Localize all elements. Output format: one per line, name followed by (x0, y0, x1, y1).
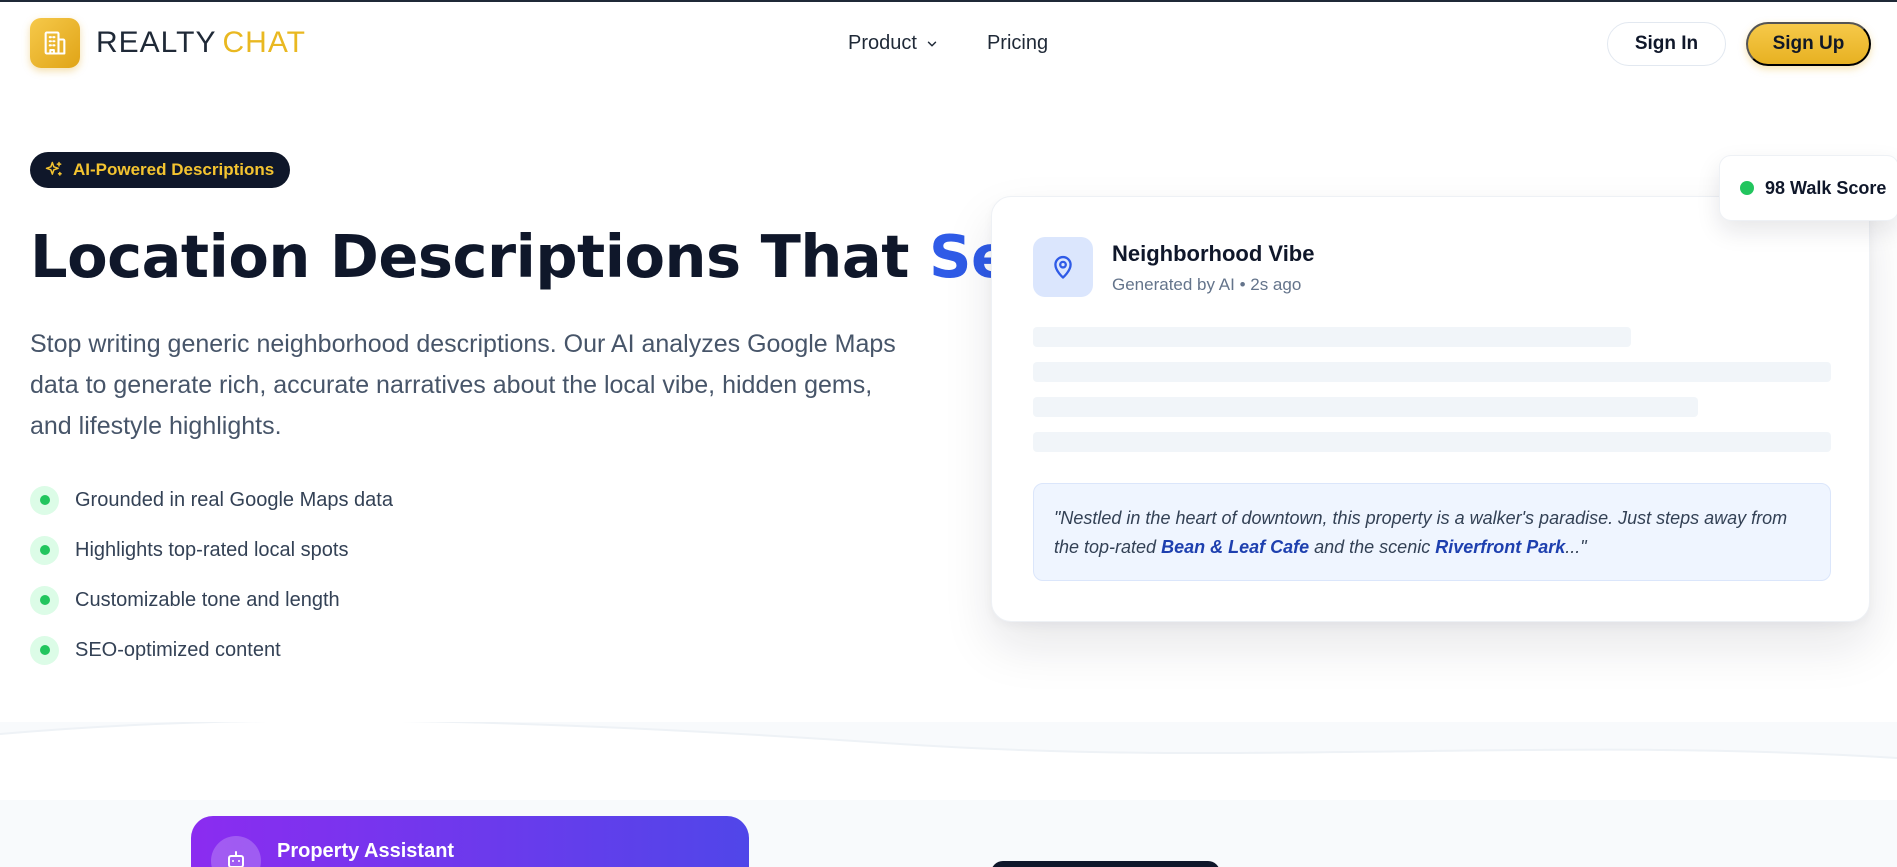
check-dot-icon (30, 485, 59, 515)
nav-pricing-label: Pricing (986, 32, 1049, 54)
feature-list: Grounded in real Google Maps data Highli… (30, 485, 393, 685)
sign-up-button[interactable]: Sign Up (1746, 22, 1871, 66)
skeleton-line (1033, 432, 1831, 452)
place-highlight: Riverfront Park (1435, 537, 1566, 557)
check-dot-icon (30, 585, 59, 615)
brand-name: REALTY CHAT (96, 26, 306, 60)
brand-logo[interactable]: REALTY CHAT (30, 18, 306, 68)
nav-pricing-link[interactable]: Pricing (987, 32, 1048, 55)
skeleton-line (1033, 327, 1631, 347)
feature-item: SEO-optimized content (30, 635, 393, 665)
status-dot-icon (1740, 181, 1754, 195)
hero-description: Stop writing generic neighborhood descri… (30, 330, 896, 440)
map-pin-icon (1033, 237, 1093, 297)
skeleton-line (1033, 397, 1698, 417)
card-title: Neighborhood Vibe (1112, 241, 1315, 266)
dark-panel-edge (991, 861, 1220, 867)
feature-label: Customizable tone and length (75, 588, 340, 611)
quote-text: ..." (1565, 537, 1587, 557)
skeleton-line (1033, 362, 1831, 382)
place-highlight: Bean & Leaf Cafe (1161, 537, 1310, 557)
property-assistant-panel: Property Assistant (191, 816, 749, 867)
quote-text: and the scenic (1309, 537, 1436, 557)
ai-badge: AI-Powered Descriptions (30, 152, 291, 188)
badge-label: AI-Powered Descriptions (73, 160, 275, 179)
check-dot-icon (30, 635, 59, 665)
sign-in-button[interactable]: Sign In (1607, 22, 1726, 66)
feature-item: Highlights top-rated local spots (30, 535, 393, 565)
feature-item: Grounded in real Google Maps data (30, 485, 393, 515)
navbar: REALTY CHAT Product Pricing Sign In Sign … (0, 2, 1897, 84)
chevron-down-icon (927, 41, 937, 46)
building-icon (30, 18, 80, 68)
nav-product-label: Product (848, 32, 917, 54)
hero-title-main: Location Descriptions That (30, 222, 929, 291)
walk-score-label: 98 Walk Score (1765, 177, 1887, 198)
brand-word-realty: REALTY (96, 26, 217, 59)
feature-label: SEO-optimized content (75, 638, 281, 661)
feature-label: Grounded in real Google Maps data (75, 488, 393, 511)
generated-quote: "Nestled in the heart of downtown, this … (1033, 483, 1831, 581)
brand-word-chat: CHAT (222, 26, 306, 59)
main-nav: Product Pricing (848, 32, 1048, 55)
robot-icon (211, 836, 261, 867)
hero-title: Location Descriptions That Sell (30, 222, 1050, 291)
section-wave (0, 722, 1897, 802)
assistant-title: Property Assistant (277, 840, 455, 862)
sparkles-icon (45, 161, 62, 176)
feature-label: Highlights top-rated local spots (75, 538, 349, 561)
card-subtitle: Generated by AI • 2s ago (1112, 275, 1302, 294)
check-dot-icon (30, 535, 59, 565)
neighborhood-vibe-card: Neighborhood Vibe Generated by AI • 2s a… (991, 196, 1870, 622)
walk-score-badge: 98 Walk Score (1719, 155, 1897, 221)
nav-product-dropdown[interactable]: Product (848, 32, 939, 55)
feature-item: Customizable tone and length (30, 585, 393, 615)
